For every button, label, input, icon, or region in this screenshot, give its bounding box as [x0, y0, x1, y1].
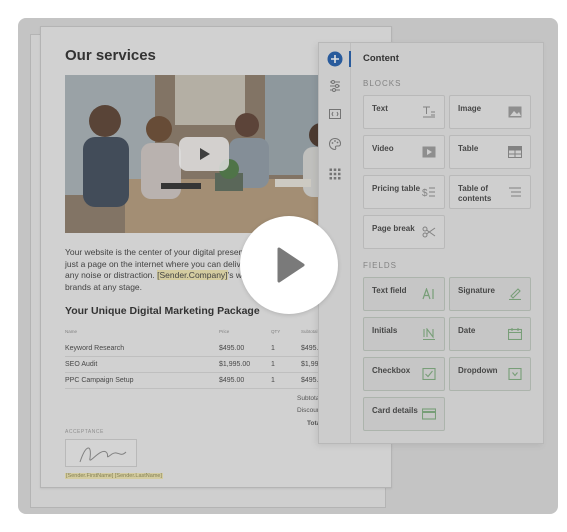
play-video-button[interactable]	[240, 216, 338, 314]
play-icon	[277, 247, 305, 283]
video-thumbnail[interactable]: Our services Your website is the center …	[18, 18, 558, 514]
